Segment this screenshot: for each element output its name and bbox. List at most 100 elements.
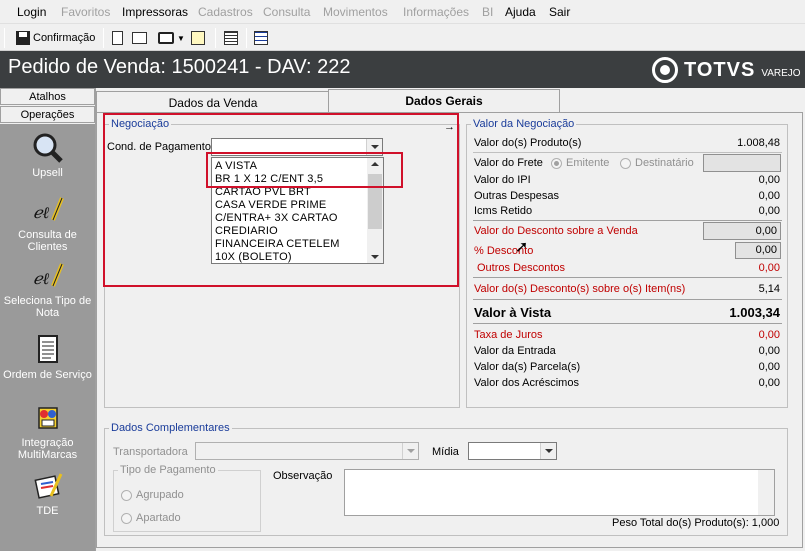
pct-desconto-field[interactable]: 0,00 — [735, 242, 781, 259]
tde-button[interactable]: TDE — [0, 470, 95, 517]
taxa-juros-value: 0,00 — [758, 329, 780, 341]
chevron-down-icon: ▼ — [177, 33, 185, 43]
toolbar-separator — [4, 28, 5, 48]
valor-vista-label: Valor à Vista — [474, 305, 552, 320]
print-button[interactable]: ▼ — [158, 28, 185, 48]
desconto-venda-field[interactable]: 0,00 — [703, 222, 781, 240]
pct-desconto-value: 0,00 — [755, 244, 777, 256]
ipi-value: 0,00 — [758, 174, 780, 186]
list-button[interactable] — [254, 28, 268, 48]
agrupado-radio[interactable]: Agrupado — [121, 489, 184, 501]
highlight-option — [206, 152, 403, 188]
list-icon — [254, 31, 268, 45]
seleciona-tipo-nota-button[interactable]: ℯℓ Seleciona Tipo de Nota — [0, 260, 95, 319]
sidebar-tab-operacoes[interactable]: Operações — [0, 106, 95, 123]
calculator-icon — [224, 31, 238, 45]
toolbar-separator — [215, 28, 216, 48]
integracao-multimarcas-button[interactable]: Integração MultiMarcas — [0, 402, 95, 461]
observacao-textarea[interactable] — [344, 469, 775, 516]
divider — [473, 277, 782, 278]
desconto-itens-value: 5,14 — [758, 283, 780, 295]
radio-icon — [121, 512, 132, 524]
observacao-label: Observação — [273, 470, 333, 482]
integracao-multimarcas-label: Integração MultiMarcas — [17, 437, 78, 461]
save-icon — [16, 31, 30, 45]
frete-value-field[interactable] — [703, 154, 781, 172]
pen-icon: ℯℓ — [31, 260, 65, 292]
valor-vista-value: 1.003,34 — [729, 305, 780, 320]
apartado-radio[interactable]: Apartado — [121, 512, 181, 524]
operations-panel: Upsell ℯℓ Consulta de Clientes ℯℓ Seleci… — [0, 124, 95, 551]
menu-informacoes[interactable]: Informações — [403, 5, 469, 19]
mouse-cursor-icon: ➚ — [515, 239, 529, 256]
seleciona-tipo-nota-label: Seleciona Tipo de Nota — [3, 295, 92, 319]
upsell-label: Upsell — [32, 167, 63, 179]
printer-icon — [158, 32, 174, 44]
menu-consulta[interactable]: Consulta — [263, 5, 310, 19]
magnifier-icon — [31, 132, 65, 164]
svg-text:ℯℓ: ℯℓ — [33, 269, 49, 288]
chevron-down-icon[interactable] — [402, 443, 418, 459]
tde-label: TDE — [36, 505, 59, 517]
menu-login[interactable]: Login — [17, 5, 46, 19]
toolbar-separator — [103, 28, 104, 48]
outras-despesas-value: 0,00 — [758, 190, 780, 202]
confirm-button[interactable]: Confirmação — [16, 28, 95, 48]
parcelas-label: Valor da(s) Parcela(s) — [474, 361, 581, 373]
radio-icon — [620, 157, 631, 169]
menu-cadastros[interactable]: Cadastros — [198, 5, 253, 19]
tde-icon — [31, 470, 65, 502]
menu-movimentos[interactable]: Movimentos — [323, 5, 388, 19]
divider — [473, 220, 782, 221]
desconto-itens-label: Valor do(s) Desconto(s) sobre o(s) Item(… — [474, 283, 686, 295]
divider — [473, 299, 782, 300]
tipo-pagamento-title: Tipo de Pagamento — [120, 464, 216, 476]
observacao-scrollbar[interactable] — [758, 470, 774, 515]
upsell-button[interactable]: Upsell — [0, 132, 95, 179]
parcelas-value: 0,00 — [758, 361, 780, 373]
tab-dados-venda[interactable]: Dados da Venda — [96, 91, 330, 113]
menu-favoritos[interactable]: Favoritos — [61, 5, 110, 19]
help-search-button[interactable] — [191, 28, 205, 48]
new-document-icon — [112, 31, 123, 45]
open-button[interactable] — [132, 28, 147, 48]
chevron-down-icon[interactable] — [540, 443, 556, 459]
toolbar-separator — [246, 28, 247, 48]
consulta-clientes-button[interactable]: ℯℓ Consulta de Clientes — [0, 194, 95, 253]
agrupado-label: Agrupado — [136, 489, 184, 501]
pen-icon: ℯℓ — [31, 194, 65, 226]
radio-icon — [121, 489, 132, 501]
menu-impressoras[interactable]: Impressoras — [122, 5, 188, 19]
frete-emitente-label: Emitente — [566, 157, 610, 169]
icms-label: Icms Retido — [474, 205, 533, 217]
acrescimos-label: Valor dos Acréscimos — [474, 377, 579, 389]
midia-select[interactable] — [468, 442, 557, 460]
sidebar-tab-atalhos[interactable]: Atalhos — [0, 88, 95, 105]
radio-icon — [551, 157, 562, 169]
consulta-clientes-label: Consulta de Clientes — [18, 229, 77, 253]
confirm-label: Confirmação — [33, 32, 96, 44]
folder-icon — [132, 32, 147, 44]
produtos-label: Valor do(s) Produto(s) — [474, 137, 582, 149]
frete-emitente-radio[interactable]: Emitente — [551, 157, 609, 169]
ordem-servico-label: Ordem de Serviço — [3, 369, 92, 381]
sidebar: Atalhos Operações Upsell ℯℓ Consulta de … — [0, 88, 96, 551]
transportadora-select[interactable] — [195, 442, 419, 460]
complementares-title: Dados Complementares — [111, 422, 230, 434]
outros-descontos-value: 0,00 — [758, 262, 780, 274]
divider — [473, 152, 782, 153]
integration-icon — [31, 402, 65, 434]
frete-destinatario-radio[interactable]: Destinatário — [620, 157, 694, 169]
transportadora-label: Transportadora — [113, 446, 188, 458]
document-icon — [31, 334, 65, 366]
ordem-servico-button[interactable]: Ordem de Serviço — [0, 334, 95, 381]
outras-despesas-label: Outras Despesas — [474, 190, 559, 202]
acrescimos-value: 0,00 — [758, 377, 780, 389]
taxa-juros-label: Taxa de Juros — [474, 329, 543, 341]
new-document-button[interactable] — [112, 28, 123, 48]
desconto-venda-label: Valor do Desconto sobre a Venda — [474, 225, 638, 237]
highlight-negociacao — [103, 113, 459, 287]
divider — [473, 323, 782, 324]
help-icon — [191, 31, 205, 45]
calculator-button[interactable] — [224, 28, 238, 48]
